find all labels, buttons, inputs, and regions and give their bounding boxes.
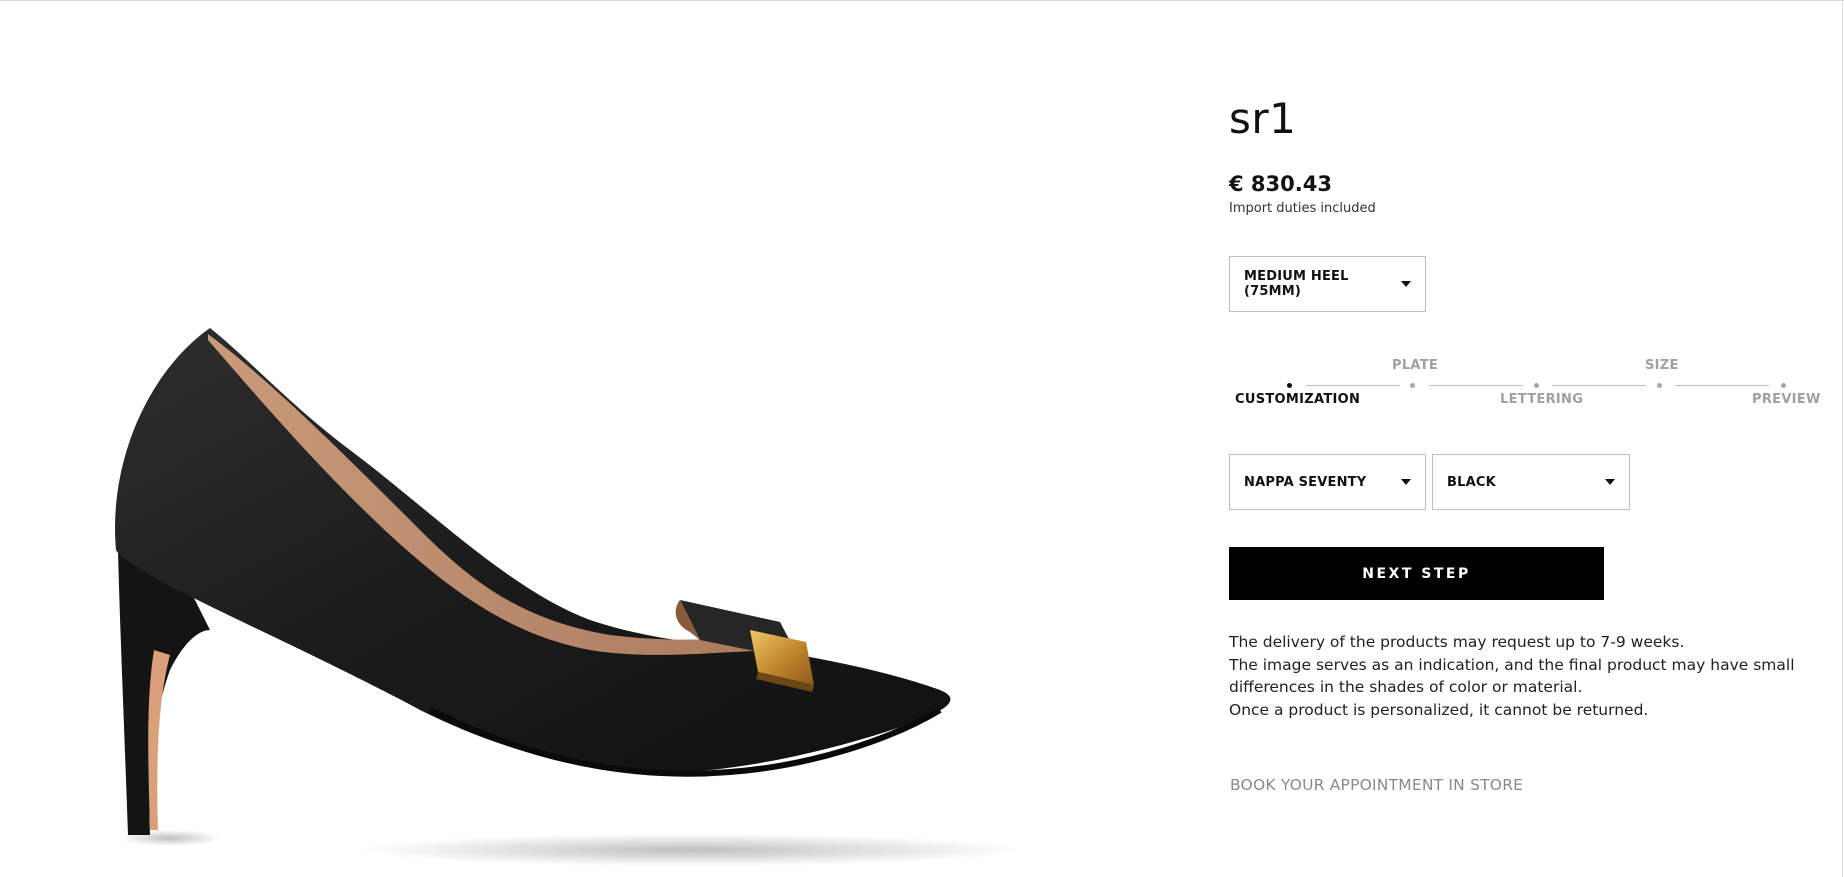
delivery-note: The delivery of the products may request… [1229,633,1685,651]
caret-down-icon [1605,479,1615,485]
material-select[interactable]: NAPPA SEVENTY [1229,454,1426,510]
color-value: BLACK [1447,474,1496,490]
caret-down-icon [1401,281,1411,287]
product-title: sr1 [1229,94,1297,143]
caret-down-icon [1401,479,1411,485]
stepper-line [1429,385,1523,386]
top-border [0,0,1844,1]
step-dot-plate[interactable] [1410,383,1415,388]
customization-stepper: CUSTOMIZATION PLATE LETTERING SIZE PREVI… [1229,350,1829,410]
step-dot-lettering[interactable] [1534,383,1539,388]
heel-height-select[interactable]: MEDIUM HEEL (75MM) [1229,256,1426,312]
stepper-line [1552,385,1646,386]
color-select[interactable]: BLACK [1432,454,1630,510]
stepper-line [1306,385,1400,386]
scrollbar-edge [1842,0,1843,877]
step-dot-size[interactable] [1657,383,1662,388]
step-lettering[interactable]: LETTERING [1500,392,1583,407]
returns-note: Once a product is personalized, it canno… [1229,701,1649,720]
step-dot-customization[interactable] [1287,383,1292,388]
step-customization[interactable]: CUSTOMIZATION [1235,392,1360,407]
product-image [115,328,1020,866]
heel-height-value: MEDIUM HEEL (75MM) [1244,269,1349,299]
step-size[interactable]: SIZE [1645,358,1679,373]
stepper-line [1675,385,1769,386]
product-price: € 830.43 [1229,172,1332,196]
image-disclaimer: The image serves as an indication, and t… [1229,655,1795,697]
step-plate[interactable]: PLATE [1392,358,1438,373]
step-preview[interactable]: PREVIEW [1752,392,1821,407]
import-duties-note: Import duties included [1229,201,1376,216]
next-step-button[interactable]: NEXT STEP [1229,547,1604,600]
material-value: NAPPA SEVENTY [1244,474,1367,490]
step-dot-preview[interactable] [1781,383,1786,388]
book-appointment-link[interactable]: BOOK YOUR APPOINTMENT IN STORE [1230,776,1523,794]
delivery-info: The delivery of the products may request… [1229,631,1809,722]
